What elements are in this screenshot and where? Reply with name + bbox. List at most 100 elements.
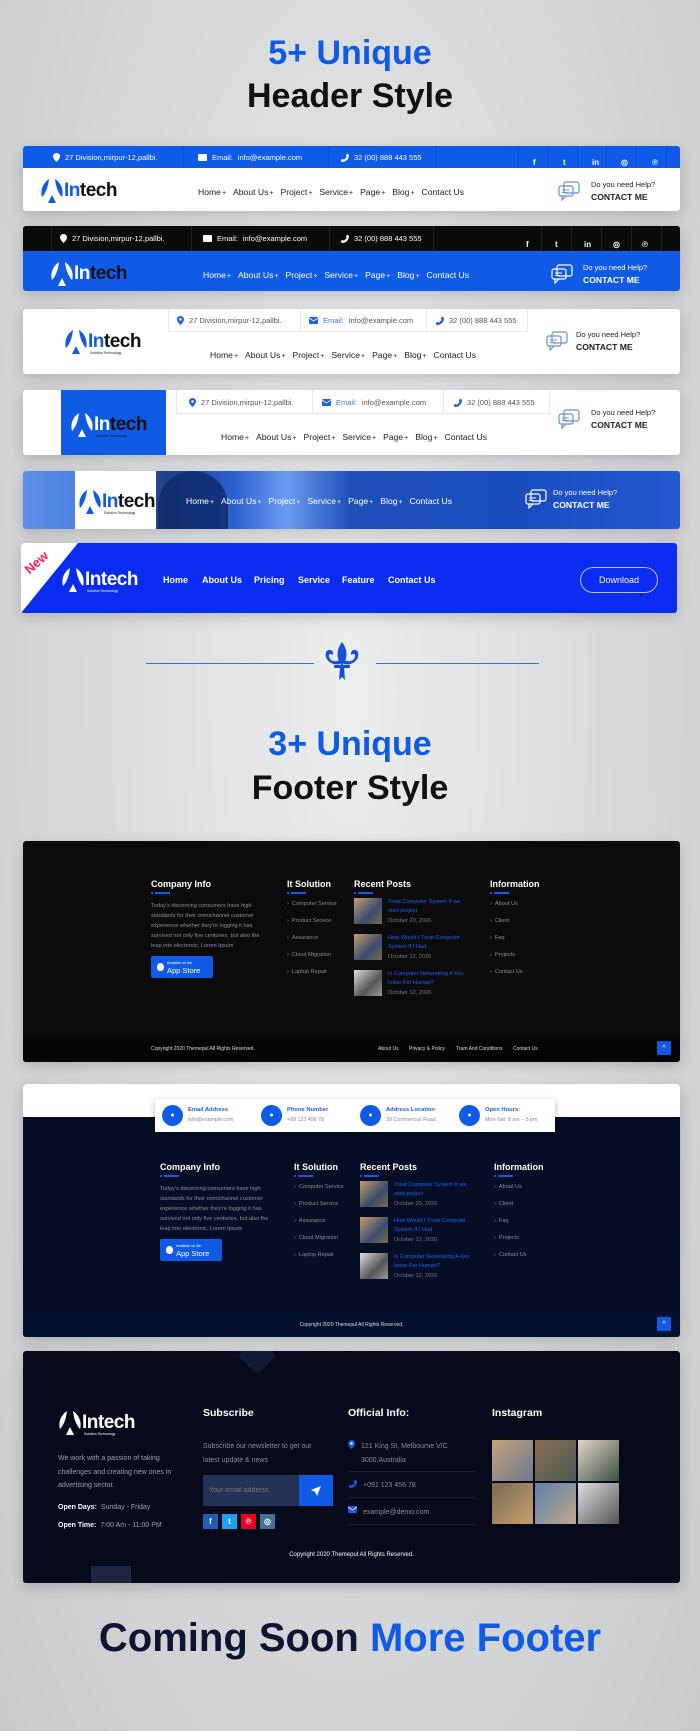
nav-item-service[interactable]: Service+ [324,270,358,280]
nav-item-service[interactable]: Service+ [342,432,376,442]
post-thumbnail[interactable] [354,898,382,924]
contact-me-link[interactable]: CONTACT ME [583,274,647,287]
information-link[interactable]: › Faq [490,935,505,941]
information-link[interactable]: › Contact Us [494,1252,527,1258]
nav-item-page[interactable]: Page+ [372,350,397,360]
nav-item-contact-us[interactable]: Contact Us [422,187,465,197]
nav-item-pricing[interactable]: Pricing [254,575,285,585]
email-input[interactable] [203,1475,299,1506]
logo[interactable]: In tech Solution Technology [64,329,141,355]
nav-item-page[interactable]: Page+ [365,270,390,280]
facebook-icon[interactable]: f [533,152,536,170]
nav-item-blog[interactable]: Blog+ [404,350,426,360]
nav-item-contact-us[interactable]: Contact Us [434,350,477,360]
instagram-photo[interactable] [535,1483,576,1524]
post-thumbnail[interactable] [354,934,382,960]
contact-me-link[interactable]: CONTACT ME [576,341,640,354]
nav-item-contact-us[interactable]: Contact Us [388,575,436,585]
nav-item-page[interactable]: Page+ [383,432,408,442]
post-thumbnail[interactable] [354,970,382,996]
nav-item-page[interactable]: Page+ [360,187,385,197]
solution-link[interactable]: › Assurance [294,1218,325,1224]
information-link[interactable]: › About Us [494,1184,522,1190]
pinterest-icon[interactable]: ℗ [652,152,658,170]
help-contact[interactable]: Do you need Help? CONTACT ME [553,486,617,512]
information-link[interactable]: › Projects [494,1235,519,1241]
post-title-link[interactable]: Treat Computer System If we start projec… [394,1181,474,1198]
post-title-link[interactable]: How Would I Treat Computer System If I H… [394,1217,474,1234]
instagram-photo[interactable] [578,1440,619,1481]
nav-item-home[interactable]: Home [163,575,188,585]
nav-item-blog[interactable]: Blog+ [392,187,414,197]
linkedin-icon[interactable]: in [584,234,591,252]
nav-item-blog[interactable]: Blog+ [397,270,419,280]
nav-item-project[interactable]: Project+ [303,432,335,442]
logo[interactable]: In tech Solution Technology [78,489,155,515]
solution-link[interactable]: › Product Service [294,1201,338,1207]
facebook-icon[interactable]: f [526,234,529,252]
pinterest-icon[interactable]: ℗ [642,234,648,252]
instagram-photo[interactable] [535,1440,576,1481]
nav-item-home[interactable]: Home+ [221,432,249,442]
nav-item-about-us[interactable]: About Us+ [256,432,296,442]
twitter-icon[interactable]: t [563,152,566,170]
solution-link[interactable]: › Cloud Migration [287,952,331,958]
nav-item-blog[interactable]: Blog+ [415,432,437,442]
nav-item-service[interactable]: Service+ [319,187,353,197]
bottom-link[interactable]: Tram And Conditions [456,1046,503,1052]
solution-link[interactable]: › Computer Service [294,1184,344,1190]
solution-link[interactable]: › Laptop Repair [287,969,327,975]
help-contact[interactable]: Do you need Help? CONTACT ME [583,261,647,287]
nav-item-service[interactable]: Service [298,575,330,585]
nav-item-contact-us[interactable]: Contact Us [445,432,488,442]
information-link[interactable]: › About Us [490,901,518,907]
logo[interactable]: In tech [50,261,127,287]
nav-item-project[interactable]: Project+ [268,496,300,506]
post-thumbnail[interactable] [360,1253,388,1279]
post-thumbnail[interactable] [360,1217,388,1243]
logo[interactable]: In tech [40,178,117,204]
nav-item-about-us[interactable]: About Us+ [245,350,285,360]
nav-item-contact-us[interactable]: Contact Us [427,270,470,280]
contact-me-link[interactable]: CONTACT ME [591,191,655,204]
pinterest-icon[interactable]: ℗ [241,1514,256,1529]
post-title-link[interactable]: Is Computer Networking A Key Issue For H… [388,970,468,987]
instagram-photo[interactable] [578,1483,619,1524]
nav-item-home[interactable]: Home+ [186,496,214,506]
solution-link[interactable]: › Assurance [287,935,318,941]
facebook-icon[interactable]: f [203,1514,218,1529]
nav-item-blog[interactable]: Blog+ [380,496,402,506]
instagram-icon[interactable]: ◎ [613,234,620,252]
scroll-to-top-button[interactable]: ^ [657,1317,671,1331]
nav-item-contact-us[interactable]: Contact Us [410,496,453,506]
download-button[interactable]: Download [580,567,658,593]
nav-item-home[interactable]: Home+ [210,350,238,360]
information-link[interactable]: › Client [490,918,509,924]
nav-item-project[interactable]: Project+ [280,187,312,197]
solution-link[interactable]: › Cloud Migration [294,1235,338,1241]
contact-me-link[interactable]: CONTACT ME [591,419,655,432]
nav-item-home[interactable]: Home+ [203,270,231,280]
app-store-button[interactable]: Available on the App Store [151,956,213,978]
instagram-icon[interactable]: ◎ [621,152,628,170]
nav-item-about-us[interactable]: About Us+ [238,270,278,280]
nav-item-page[interactable]: Page+ [348,496,373,506]
nav-item-service[interactable]: Service+ [307,496,341,506]
nav-item-about-us[interactable]: About Us+ [221,496,261,506]
post-title-link[interactable]: How Would I Treat Computer System If I H… [388,934,468,951]
logo[interactable]: In tech Solution Technology [58,1410,135,1436]
app-store-button[interactable]: Available on the App Store [160,1239,222,1261]
post-thumbnail[interactable] [360,1181,388,1207]
information-link[interactable]: › Contact Us [490,969,523,975]
information-link[interactable]: › Faq [494,1218,509,1224]
information-link[interactable]: › Projects [490,952,515,958]
solution-link[interactable]: › Computer Service [287,901,337,907]
nav-item-feature[interactable]: Feature [342,575,375,585]
nav-item-project[interactable]: Project+ [285,270,317,280]
nav-item-about-us[interactable]: About Us+ [233,187,273,197]
scroll-to-top-button[interactable]: ^ [657,1041,671,1055]
solution-link[interactable]: › Product Service [287,918,331,924]
contact-me-link[interactable]: CONTACT ME [553,499,617,512]
solution-link[interactable]: › Laptop Repair [294,1252,334,1258]
logo[interactable]: In tech Solution Technology [61,567,138,593]
